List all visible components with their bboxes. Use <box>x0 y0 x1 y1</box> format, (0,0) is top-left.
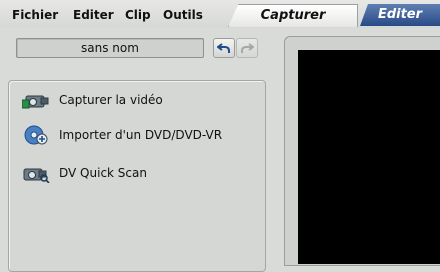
capture-video-button[interactable]: Capturer la vidéo <box>22 89 163 111</box>
menu-fichier[interactable]: Fichier <box>12 6 58 24</box>
tab-edit[interactable]: Editer <box>360 4 440 26</box>
camera-capture-icon <box>22 95 49 109</box>
import-dvd-button[interactable]: Importer d'un DVD/DVD-VR <box>22 124 222 146</box>
video-preview-screen <box>298 50 440 264</box>
menu-outils[interactable]: Outils <box>163 6 203 24</box>
undo-button[interactable] <box>213 38 235 58</box>
import-dvd-label: Importer d'un DVD/DVD-VR <box>59 128 223 142</box>
redo-button[interactable] <box>236 38 258 58</box>
redo-icon <box>241 43 254 53</box>
dv-quick-scan-button[interactable]: DV Quick Scan <box>22 162 147 184</box>
undo-icon <box>217 43 230 53</box>
dv-quick-scan-icon <box>23 168 50 183</box>
tab-capture[interactable]: Capturer <box>228 4 358 27</box>
dv-quick-scan-label: DV Quick Scan <box>59 166 147 180</box>
menu-editer[interactable]: Editer <box>73 6 114 24</box>
project-title-field[interactable]: sans nom <box>16 38 204 58</box>
menu-clip[interactable]: Clip <box>125 6 151 24</box>
dvd-import-icon <box>24 125 48 145</box>
capture-video-label: Capturer la vidéo <box>59 93 163 107</box>
